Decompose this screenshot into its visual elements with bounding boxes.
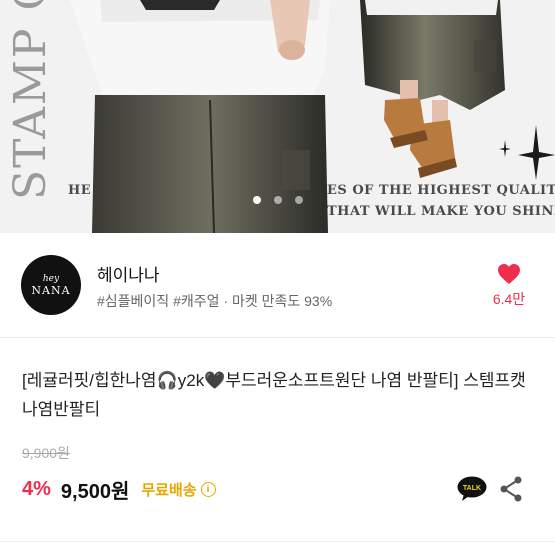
info-icon[interactable]: i bbox=[200, 482, 216, 497]
carousel-dot-3[interactable] bbox=[294, 196, 303, 204]
stamp-text: STAMP C bbox=[5, 0, 56, 200]
product-page: STAMP C HE ES OF THE HIGHEST QUALITY. TH… bbox=[0, 0, 555, 555]
stamp-vertical-text: STAMP C bbox=[5, 0, 56, 200]
free-shipping-label: 무료배송 bbox=[141, 482, 197, 499]
like-count: 6.4만 bbox=[492, 291, 526, 307]
like-button[interactable]: 6.4만 bbox=[487, 263, 531, 309]
seller-avatar[interactable]: hey NANA bbox=[21, 255, 81, 315]
product-title: [레귤러핏/힙한나염🎧y2k🖤부드러운소프트원단 나염 반팔티] 스템프캣나염반… bbox=[22, 371, 526, 419]
caption-line2: THAT WILL MAKE YOU SHINE. bbox=[327, 204, 555, 219]
share-icon[interactable] bbox=[499, 476, 523, 502]
seller-section: hey NANA 헤이나나 #심플베이직 #캐주얼 · 마켓 만족도 93% 6… bbox=[0, 233, 555, 337]
carousel-indicators[interactable] bbox=[0, 196, 555, 204]
section-divider bbox=[0, 337, 555, 338]
avatar-line1: hey bbox=[42, 273, 60, 284]
sale-price: 9,500원 bbox=[60, 481, 130, 503]
price-row: 4% 9,500원 무료배송 i bbox=[22, 475, 216, 504]
kakao-talk-icon[interactable]: TALK bbox=[457, 476, 487, 502]
avatar-line2: NANA bbox=[31, 283, 71, 297]
seller-name[interactable]: 헤이나나 bbox=[97, 261, 160, 286]
seller-tags: #심플베이직 #캐주얼 · 마켓 만족도 93% bbox=[97, 293, 333, 309]
talk-label: TALK bbox=[463, 485, 481, 492]
heart-icon bbox=[498, 264, 520, 284]
discount-rate: 4% bbox=[22, 478, 51, 500]
bottom-divider bbox=[0, 541, 555, 542]
carousel-dot-2[interactable] bbox=[273, 196, 282, 204]
original-price: 9,900원 bbox=[22, 445, 70, 461]
product-image-carousel[interactable]: STAMP C HE ES OF THE HIGHEST QUALITY. TH… bbox=[0, 0, 555, 233]
carousel-dot-1[interactable] bbox=[252, 196, 261, 204]
